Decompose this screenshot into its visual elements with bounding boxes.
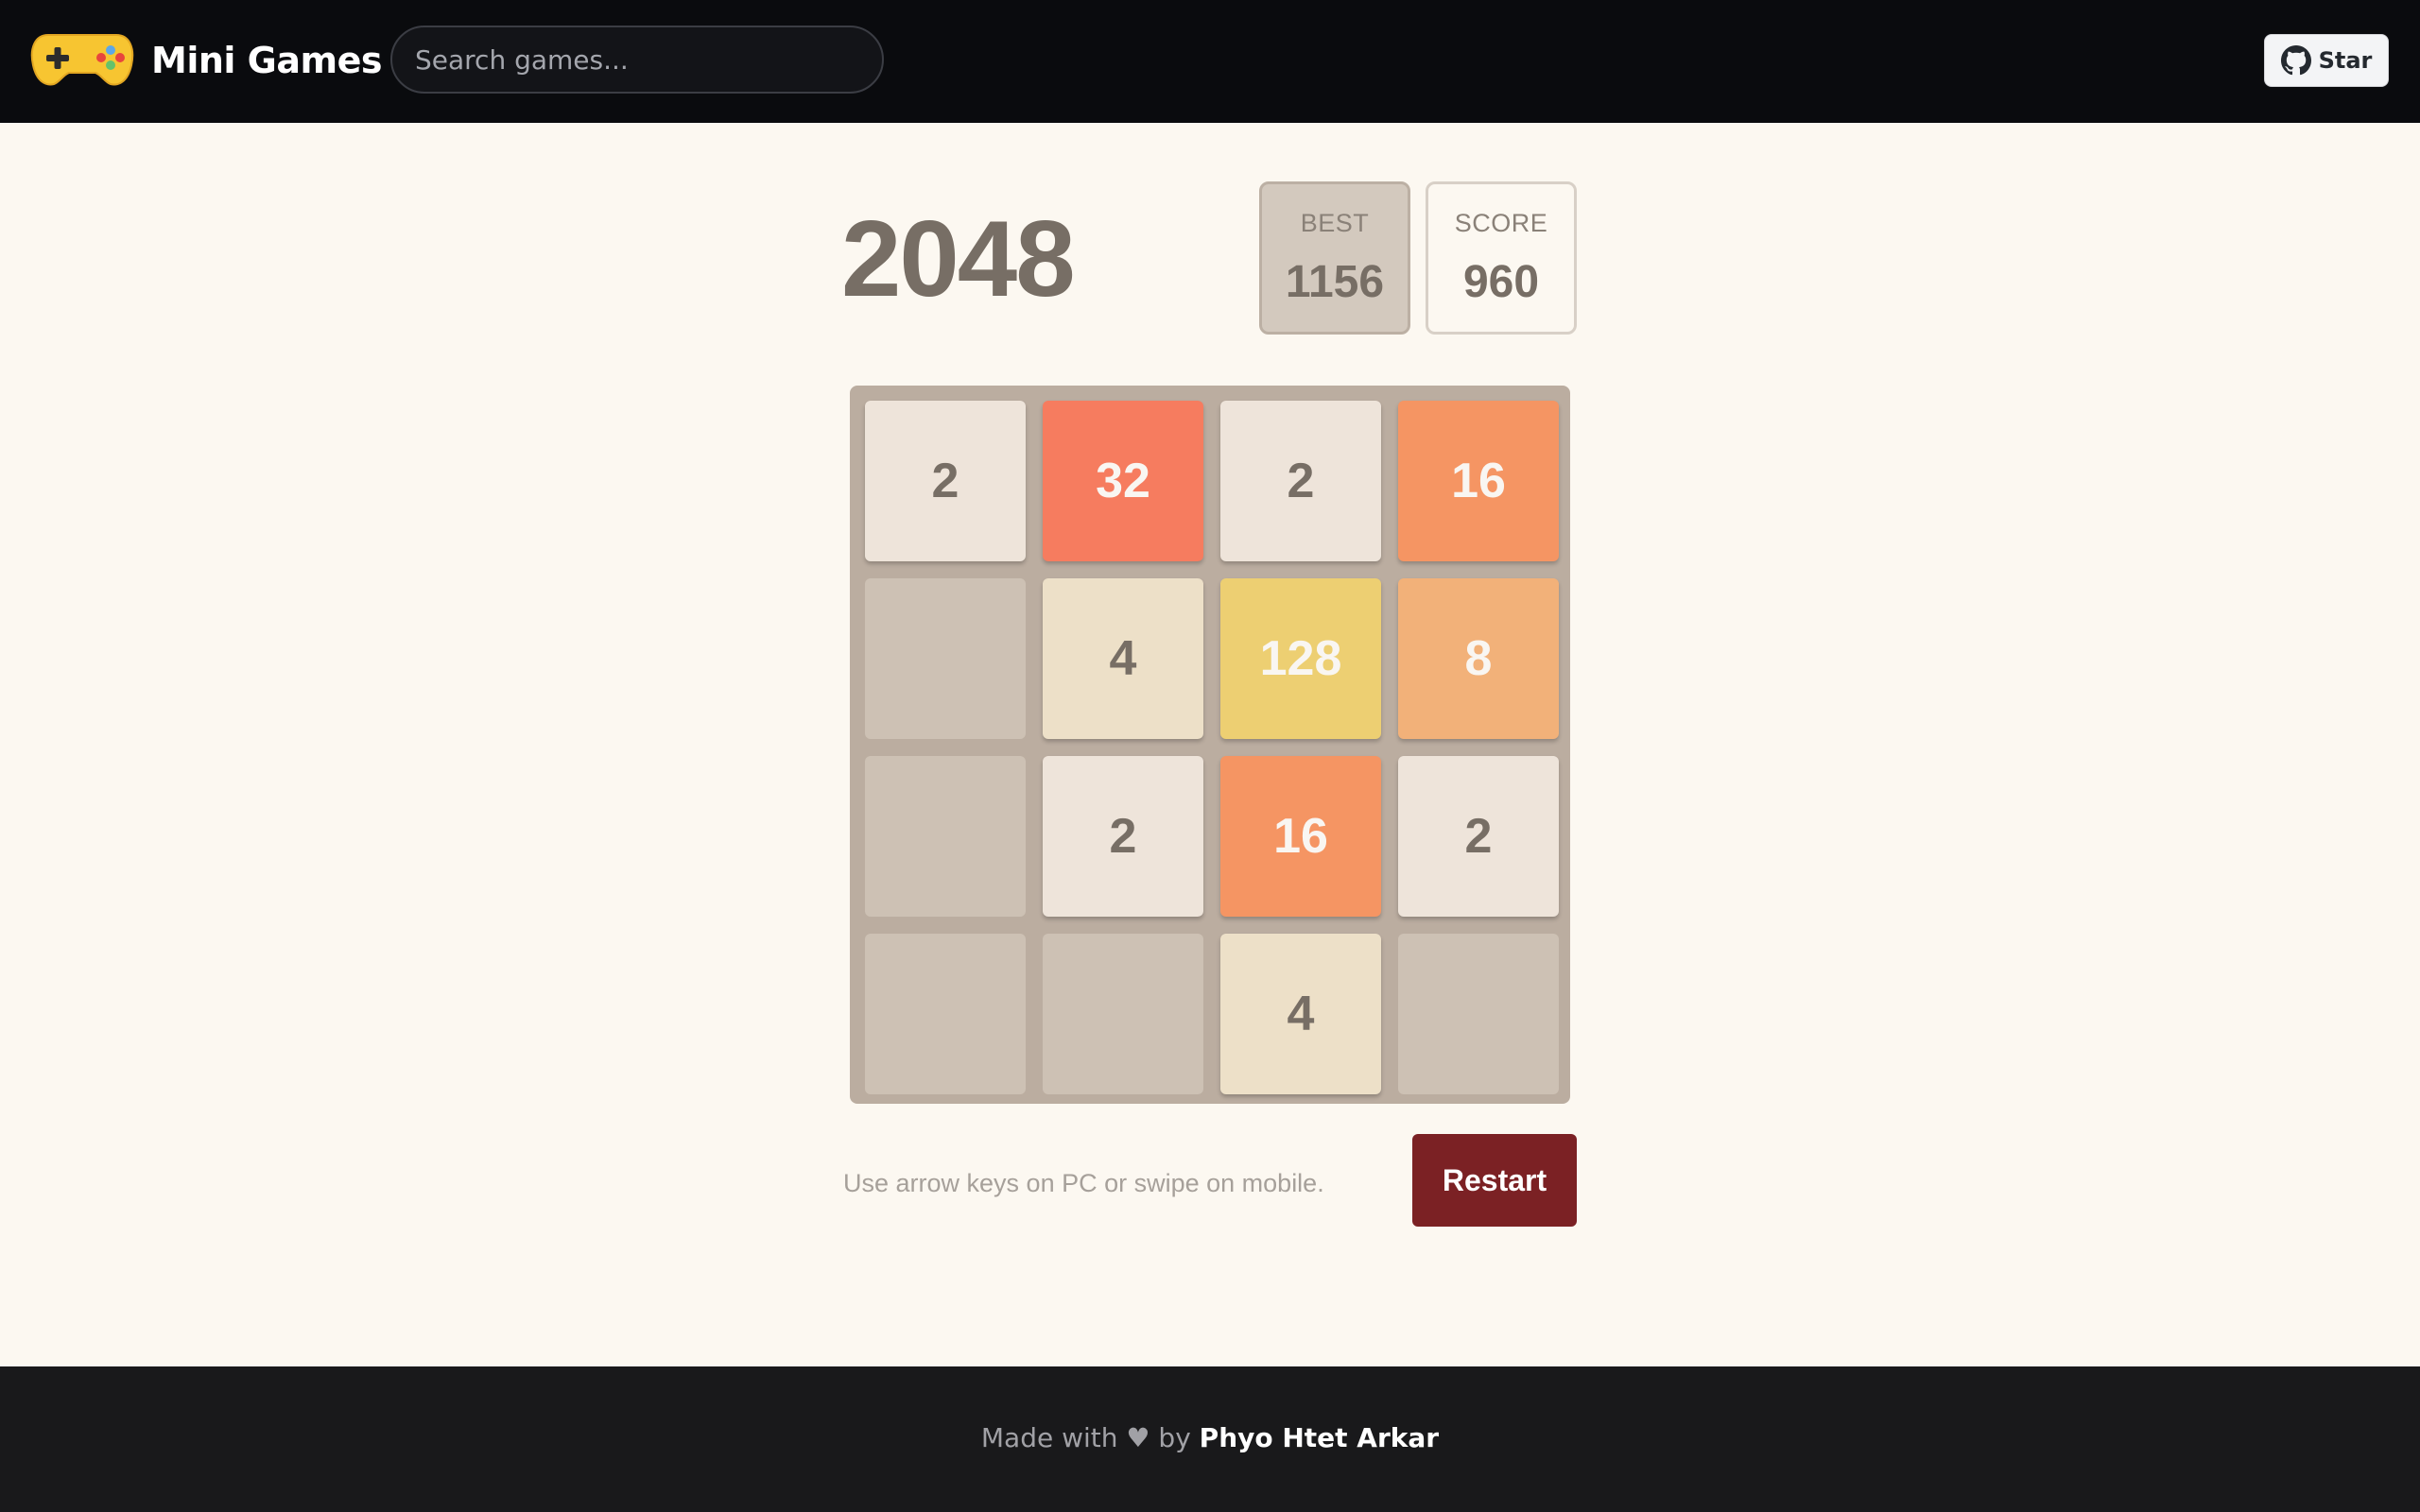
current-score-box: SCORE 960 bbox=[1426, 181, 1577, 335]
tile-16: 16 bbox=[1220, 756, 1381, 917]
score-value: 960 bbox=[1462, 257, 1540, 307]
tile-4: 4 bbox=[1220, 934, 1381, 1094]
star-label: Star bbox=[2318, 47, 2373, 74]
controls-hint: Use arrow keys on PC or swipe on mobile. bbox=[843, 1169, 1324, 1197]
site-title[interactable]: Mini Games bbox=[151, 36, 382, 85]
tile-8: 8 bbox=[1398, 578, 1559, 739]
empty-cell bbox=[865, 934, 1026, 1094]
restart-button[interactable]: Restart bbox=[1412, 1134, 1577, 1227]
top-navbar: Mini Games Star bbox=[0, 0, 2420, 123]
search-input[interactable] bbox=[390, 26, 884, 94]
github-icon bbox=[2280, 45, 2311, 76]
gamepad-icon[interactable] bbox=[29, 31, 135, 90]
best-score-box: BEST 1156 bbox=[1259, 181, 1410, 335]
empty-cell bbox=[865, 578, 1026, 739]
footer-prefix: Made with ♥ by bbox=[980, 1422, 1200, 1453]
tile-2: 2 bbox=[1043, 756, 1203, 917]
best-value: 1156 bbox=[1285, 257, 1385, 307]
tile-2: 2 bbox=[865, 401, 1026, 561]
tile-16: 16 bbox=[1398, 401, 1559, 561]
github-star-button[interactable]: Star bbox=[2264, 34, 2389, 87]
empty-cell bbox=[865, 756, 1026, 917]
empty-cell bbox=[1398, 934, 1559, 1094]
game-title: 2048 bbox=[841, 199, 1076, 319]
footer: Made with ♥ by Phyo Htet Arkar bbox=[0, 1366, 2420, 1512]
best-label: BEST bbox=[1300, 209, 1370, 237]
tile-4: 4 bbox=[1043, 578, 1203, 739]
tile-128: 128 bbox=[1220, 578, 1381, 739]
tile-2: 2 bbox=[1220, 401, 1381, 561]
game-board[interactable]: 2 32 2 16 4 128 8 2 16 2 4 bbox=[850, 386, 1570, 1104]
author-link[interactable]: Phyo Htet Arkar bbox=[1200, 1422, 1439, 1453]
empty-cell bbox=[1043, 934, 1203, 1094]
tile-32: 32 bbox=[1043, 401, 1203, 561]
tile-2: 2 bbox=[1398, 756, 1559, 917]
footer-credit: Made with ♥ by Phyo Htet Arkar bbox=[0, 1418, 2420, 1459]
score-label: SCORE bbox=[1454, 209, 1548, 237]
